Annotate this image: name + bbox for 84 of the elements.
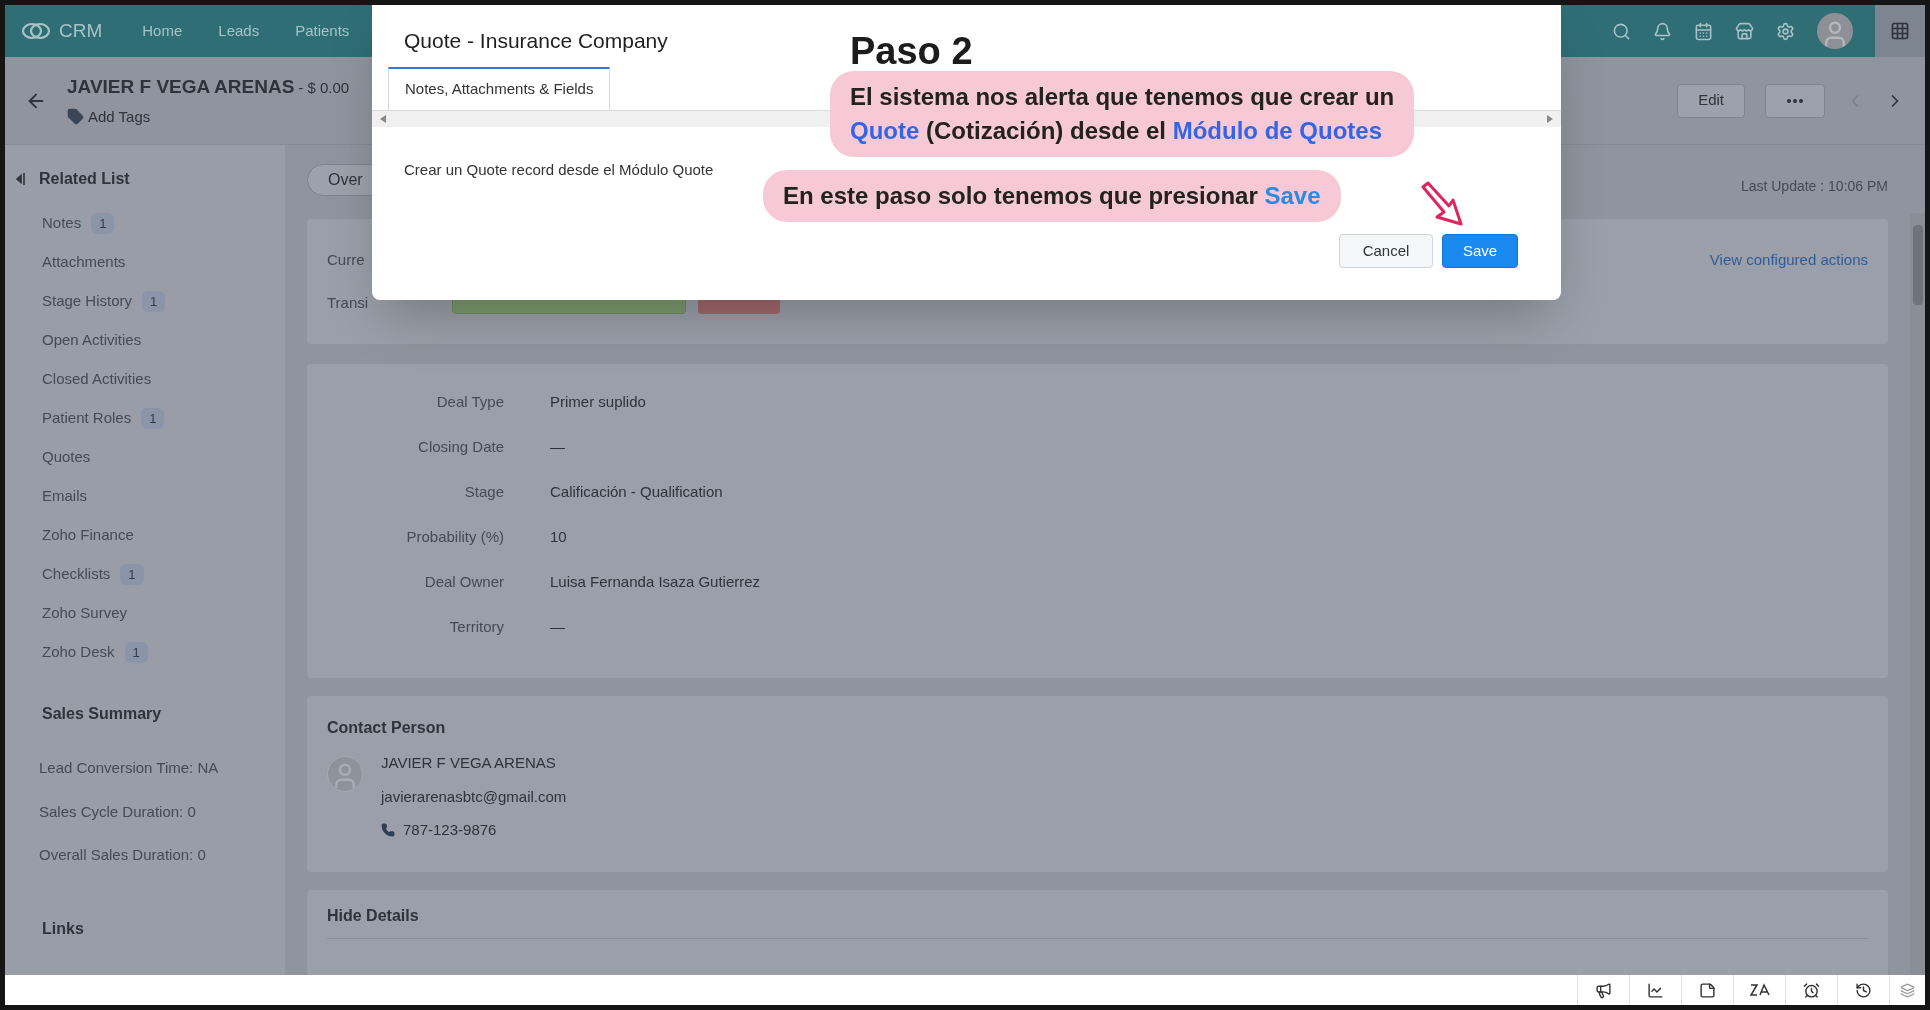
app-name: CRM <box>59 18 103 43</box>
pointer-arrow-icon <box>1420 181 1464 227</box>
linked-rings-logo-icon <box>21 20 51 42</box>
field-label: Probability (%) <box>405 526 504 547</box>
zigzag-icon[interactable] <box>1749 983 1770 997</box>
field-value: — <box>550 436 565 457</box>
record-amount: - $ 0.00 <box>298 78 350 98</box>
tag-icon <box>67 108 84 126</box>
annotation-bubble: En este paso solo tenemos que presionar Save <box>763 170 1341 222</box>
related-list-item[interactable]: Zoho Desk <box>42 641 115 664</box>
count-badge: 1 <box>142 290 166 313</box>
related-list-item[interactable]: Stage History <box>42 290 133 313</box>
field-label: Curre <box>327 250 365 270</box>
field-value: Primer suplido <box>550 391 646 412</box>
stack-icon[interactable] <box>1900 982 1915 998</box>
store-icon[interactable] <box>1735 21 1754 41</box>
nav-tab[interactable]: Home <box>142 5 183 57</box>
related-list-item[interactable]: Emails <box>42 485 87 508</box>
grid-icon <box>1890 21 1910 41</box>
step-heading: Paso 2 <box>850 29 973 74</box>
section-title: Sales Summary <box>41 704 163 724</box>
field-label: Deal Type <box>435 391 504 412</box>
contact-avatar-icon <box>327 756 363 792</box>
field-label: Closing Date <box>417 436 504 457</box>
section-title: Links <box>41 918 85 939</box>
section-title: Related List <box>39 169 130 189</box>
related-list-item[interactable]: Checklists <box>42 563 111 586</box>
save-button[interactable]: Save <box>1442 234 1518 268</box>
related-list-item[interactable]: Patient Roles <box>42 407 132 430</box>
summary-text: Lead Conversion Time: NA <box>39 758 220 778</box>
note-icon[interactable] <box>1699 981 1716 999</box>
field-value: — <box>550 616 565 637</box>
settings-icon[interactable] <box>1776 21 1795 41</box>
search-icon[interactable] <box>1612 21 1631 41</box>
nav-tab[interactable]: Leads <box>218 5 260 57</box>
summary-text: Overall Sales Duration: 0 <box>39 845 207 865</box>
contact-email: javierarenasbtc@gmail.com <box>381 786 567 807</box>
modal-title: Quote - Insurance Company <box>404 28 668 54</box>
nav-tab[interactable]: Patients <box>295 5 350 57</box>
record-name: JAVIER F VEGA ARENAS <box>67 75 295 99</box>
field-label: Transi <box>327 292 370 313</box>
count-badge: 1 <box>141 407 165 430</box>
field-label: Stage <box>463 481 504 502</box>
related-list-item[interactable]: Notes <box>42 212 82 235</box>
modal-tab[interactable]: Notes, Attachments & Fields <box>388 67 611 110</box>
field-value: Luisa Fernanda Isaza Gutierrez <box>550 571 761 592</box>
modal-message: Crear un Quote record desde el Módulo Quote <box>404 160 714 180</box>
field-label: Territory <box>448 616 504 637</box>
cancel-button[interactable]: Cancel <box>1339 234 1433 268</box>
last-update-text: Last Update : 10:06 PM <box>1740 176 1888 196</box>
related-list-item[interactable]: Attachments <box>42 251 126 274</box>
count-badge: 1 <box>120 563 144 586</box>
chart-icon[interactable] <box>1647 981 1664 999</box>
scroll-left-icon[interactable] <box>380 115 386 123</box>
megaphone-icon[interactable] <box>1595 981 1612 999</box>
related-list-item[interactable]: Closed Activities <box>42 368 152 391</box>
add-tags-link[interactable]: Add Tags <box>88 105 151 128</box>
count-badge: 1 <box>124 641 148 664</box>
view-configured-actions-link[interactable]: View configured actions <box>1709 249 1868 272</box>
avatar-icon[interactable] <box>1817 13 1853 49</box>
calendar-icon[interactable] <box>1694 21 1713 41</box>
related-list-item[interactable]: Quotes <box>42 446 91 469</box>
related-list-item[interactable]: Open Activities <box>42 329 142 352</box>
app-grid-button[interactable] <box>1875 5 1925 57</box>
card-title: Hide Details <box>327 904 1868 939</box>
more-icon <box>1787 98 1803 103</box>
contact-phone: 787-123-9876 <box>403 820 497 840</box>
count-badge: 1 <box>91 212 115 235</box>
card-title: Contact Person <box>327 718 447 738</box>
field-value: 10 <box>550 526 567 547</box>
scroll-right-icon[interactable] <box>1547 115 1553 123</box>
collapse-panel-icon[interactable] <box>15 171 27 187</box>
alarm-clock-icon[interactable] <box>1803 981 1820 999</box>
related-list-item[interactable]: Zoho Finance <box>42 524 134 547</box>
contact-name: JAVIER F VEGA ARENAS <box>381 753 557 773</box>
history-icon[interactable] <box>1855 981 1872 999</box>
annotation-bubble: El sistema nos alerta que tenemos que crear un Quote (Cotización) desde el Módulo de Quotes <box>830 71 1415 157</box>
field-label: Deal Owner <box>423 571 504 592</box>
edit-button[interactable]: Edit <box>1677 83 1745 118</box>
related-list-item[interactable]: Zoho Survey <box>42 602 128 625</box>
summary-text: Sales Cycle Duration: 0 <box>39 801 197 822</box>
bell-icon[interactable] <box>1653 21 1672 41</box>
field-value: Calificación - Qualification <box>550 481 723 502</box>
phone-icon <box>381 823 395 838</box>
